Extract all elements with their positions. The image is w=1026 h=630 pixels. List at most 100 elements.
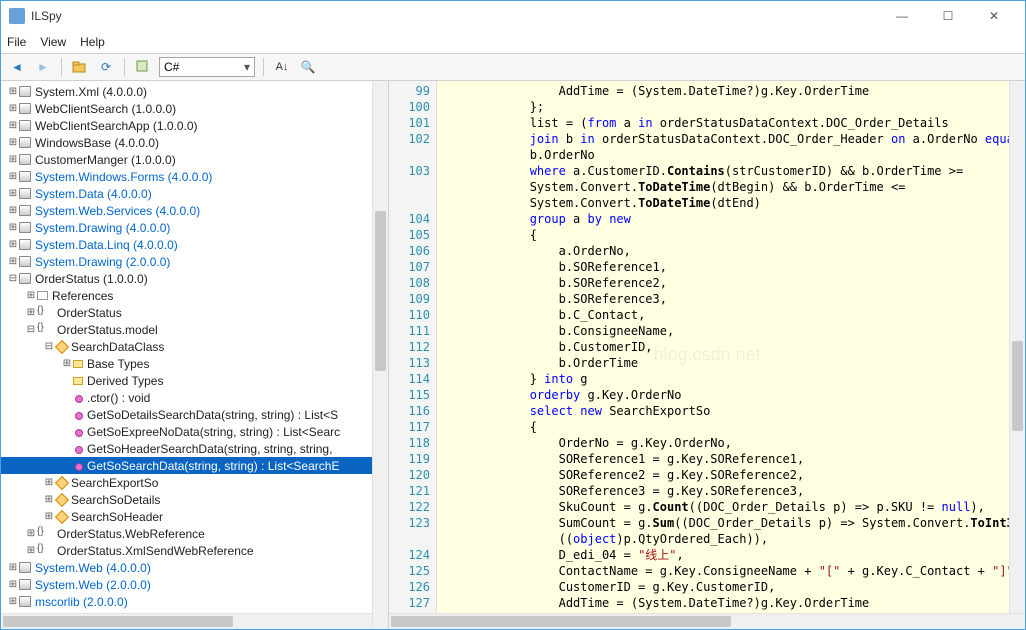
tree-scrollbar-vertical[interactable]	[372, 81, 388, 629]
tree-node[interactable]: ⊞System.Data (4.0.0.0)	[1, 185, 388, 202]
expand-icon[interactable]: ⊞	[7, 103, 19, 114]
sort-icon[interactable]: A↓	[272, 57, 292, 77]
tree-node[interactable]: ⊞mscorlib (2.0.0.0)	[1, 593, 388, 610]
tree-scrollbar-horizontal[interactable]	[1, 613, 372, 629]
tree-node[interactable]: ⊞OrderStatus.WebReference	[1, 525, 388, 542]
assembly-tree[interactable]: ⊞ System.Xml (4.0.0.0)⊞WebClientSearch (1…	[1, 81, 389, 629]
tree-node[interactable]: ⊞System.Web (2.0.0.0)	[1, 576, 388, 593]
tree-node[interactable]: ⊟OrderStatus.model	[1, 321, 388, 338]
expand-icon[interactable]: ⊞	[7, 86, 19, 97]
tree-node[interactable]: ⊞System.Windows.Forms (4.0.0.0)	[1, 168, 388, 185]
expand-icon[interactable]: ⊞	[7, 205, 19, 216]
expand-icon[interactable]: ⊞	[7, 154, 19, 165]
menu-help[interactable]: Help	[80, 35, 105, 49]
menu-view[interactable]: View	[40, 35, 66, 49]
tree-node[interactable]: ⊟SearchDataClass	[1, 338, 388, 355]
method-icon	[75, 395, 83, 403]
expand-icon[interactable]: ⊞	[7, 171, 19, 182]
title-bar: ILSpy — ☐ ✕	[1, 1, 1025, 31]
expand-icon[interactable]: ⊞	[25, 307, 37, 318]
tree-node[interactable]: ⊟OrderStatus (1.0.0.0)	[1, 270, 388, 287]
tree-label: System.Xml (4.0.0.0)	[35, 85, 147, 99]
tree-node[interactable]: ⊞OrderStatus	[1, 304, 388, 321]
assemblies-icon[interactable]	[133, 57, 153, 77]
tree-node[interactable]: GetSoDetailsSearchData(string, string) :…	[1, 406, 388, 423]
tree-label: SearchSoHeader	[71, 510, 163, 524]
tree-node[interactable]: Derived Types	[1, 372, 388, 389]
expand-icon[interactable]: ⊞	[7, 137, 19, 148]
refresh-icon[interactable]: ⟳	[96, 57, 116, 77]
maximize-button[interactable]: ☐	[925, 1, 971, 31]
tree-node[interactable]: GetSoSearchData(string, string) : List<S…	[1, 457, 388, 474]
ns-icon	[37, 323, 53, 337]
tree-node[interactable]: ⊞WebClientSearch (1.0.0.0)	[1, 100, 388, 117]
expand-icon[interactable]: ⊞	[25, 545, 37, 556]
tree-node[interactable]: ⊞System.Data.Linq (4.0.0.0)	[1, 236, 388, 253]
expand-icon[interactable]: ⊞	[7, 239, 19, 250]
collapse-icon[interactable]: ⊟	[7, 273, 19, 284]
menu-bar: File View Help	[1, 31, 1025, 53]
expand-icon[interactable]: ⊞	[7, 222, 19, 233]
tree-node[interactable]: ⊞ WindowsBase (4.0.0.0)	[1, 134, 388, 151]
tree-node[interactable]: ⊞OrderStatus.XmlSendWebReference	[1, 542, 388, 559]
tree-node[interactable]: GetSoHeaderSearchData(string, string, st…	[1, 440, 388, 457]
asm-icon	[19, 273, 31, 284]
expand-icon[interactable]: ⊞	[25, 528, 37, 539]
forward-button[interactable]: ►	[33, 57, 53, 77]
language-combo[interactable]: ▾	[159, 57, 255, 77]
tree-node[interactable]: ⊞SearchSoDetails	[1, 491, 388, 508]
asm-icon	[19, 239, 31, 250]
menu-file[interactable]: File	[7, 35, 26, 49]
tree-node[interactable]: ⊞System.Drawing (4.0.0.0)	[1, 219, 388, 236]
expand-icon[interactable]: ⊞	[61, 358, 73, 369]
expand-icon[interactable]: ⊞	[43, 494, 55, 505]
fld-icon	[73, 377, 83, 385]
expand-icon[interactable]: ⊞	[25, 290, 37, 301]
expand-icon[interactable]: ⊞	[7, 188, 19, 199]
tree-node[interactable]: ⊞WebClientSearchApp (1.0.0.0)	[1, 117, 388, 134]
minimize-button[interactable]: —	[879, 1, 925, 31]
method-icon	[75, 446, 83, 454]
expand-icon[interactable]: ⊞	[7, 562, 19, 573]
code-scrollbar-vertical[interactable]	[1009, 81, 1025, 613]
expand-icon[interactable]: ⊞	[7, 120, 19, 131]
collapse-icon[interactable]: ⊟	[43, 341, 55, 352]
tree-node[interactable]: ⊞References	[1, 287, 388, 304]
tree-label: System.Drawing (2.0.0.0)	[35, 255, 170, 269]
search-icon[interactable]: 🔍	[298, 57, 318, 77]
scroll-thumb[interactable]	[1012, 341, 1023, 431]
tree-node[interactable]: ⊞ SearchSoHeader	[1, 508, 388, 525]
window-title: ILSpy	[31, 9, 879, 23]
collapse-icon[interactable]: ⊟	[25, 324, 37, 335]
expand-icon[interactable]: ⊞	[7, 596, 19, 607]
expand-icon[interactable]: ⊞	[7, 579, 19, 590]
tree-node[interactable]: ⊞System.Web.Services (4.0.0.0)	[1, 202, 388, 219]
chevron-down-icon[interactable]: ▾	[240, 60, 254, 74]
code-pane: 99 100 101 102 103 104 105 106 107 108 1…	[389, 81, 1025, 629]
asm-icon	[19, 579, 31, 590]
expand-icon[interactable]: ⊞	[43, 477, 55, 488]
scroll-thumb[interactable]	[391, 616, 731, 627]
tree-node[interactable]: GetSoExpreeNoData(string, string) : List…	[1, 423, 388, 440]
back-button[interactable]: ◄	[7, 57, 27, 77]
tree-node[interactable]: ⊞SearchExportSo	[1, 474, 388, 491]
open-icon[interactable]	[70, 57, 90, 77]
tree-node[interactable]: ⊞CustomerManger (1.0.0.0)	[1, 151, 388, 168]
expand-icon[interactable]: ⊞	[7, 256, 19, 267]
scroll-thumb[interactable]	[375, 211, 386, 371]
close-button[interactable]: ✕	[971, 1, 1017, 31]
tree-label: GetSoHeaderSearchData(string, string, st…	[87, 442, 332, 456]
tree-node[interactable]: ⊞ System.Drawing (2.0.0.0)	[1, 253, 388, 270]
asm-icon	[19, 596, 31, 607]
code-scrollbar-horizontal[interactable]	[389, 613, 1025, 629]
scroll-thumb[interactable]	[3, 616, 233, 627]
asm-icon	[19, 154, 31, 165]
tree-label: WindowsBase (4.0.0.0)	[35, 136, 159, 150]
tree-node[interactable]: ⊞ System.Xml (4.0.0.0)	[1, 83, 388, 100]
tree-node[interactable]: ⊞System.Web (4.0.0.0)	[1, 559, 388, 576]
code-text[interactable]: AddTime = (System.DateTime?)g.Key.OrderT…	[437, 81, 1025, 629]
expand-icon[interactable]: ⊞	[43, 511, 55, 522]
language-input[interactable]	[160, 60, 240, 74]
tree-node[interactable]: ⊞Base Types	[1, 355, 388, 372]
tree-node[interactable]: .ctor() : void	[1, 389, 388, 406]
